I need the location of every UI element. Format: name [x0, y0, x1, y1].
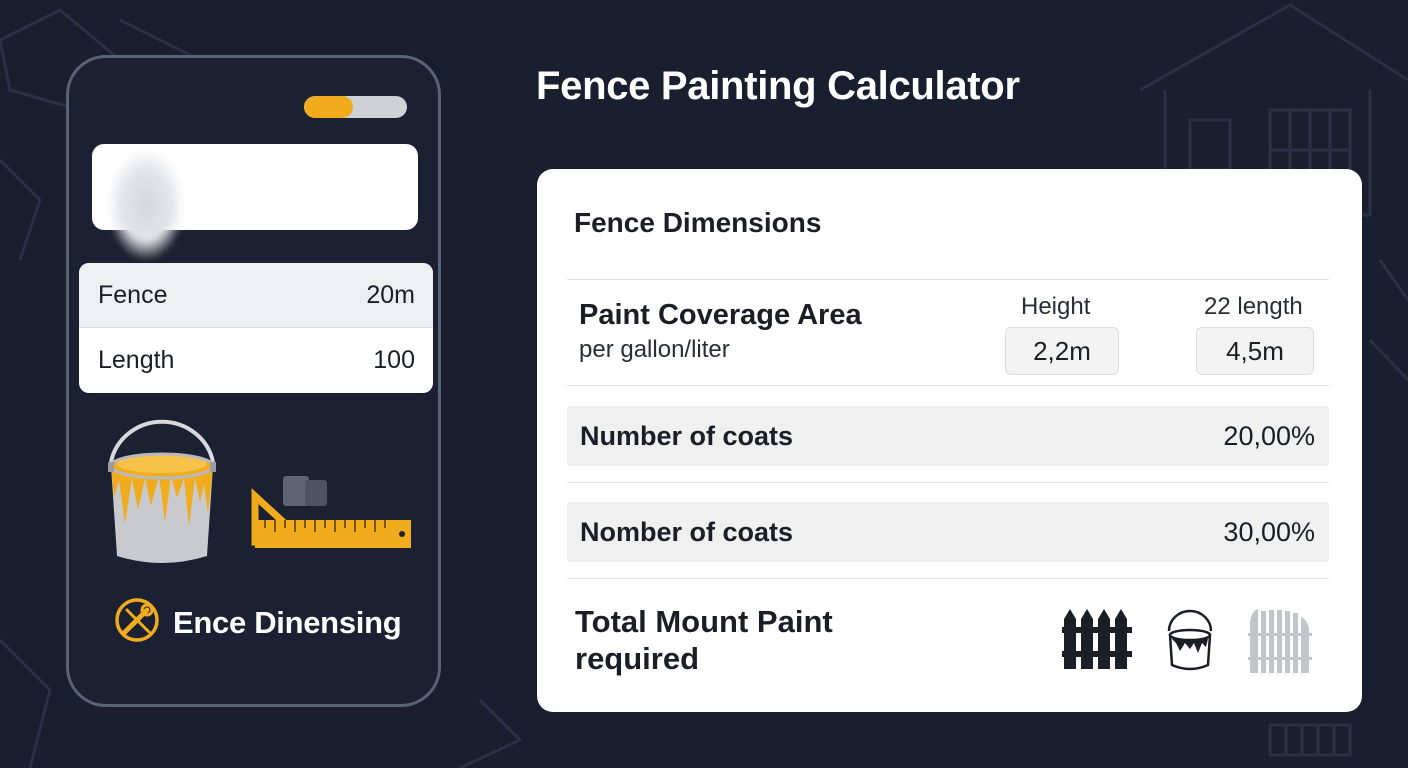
- phone-footer: Ence Dinensing: [113, 596, 402, 649]
- divider: [567, 578, 1329, 579]
- gate-icon: [1248, 609, 1312, 673]
- paint-bucket-icon: [108, 419, 216, 563]
- coats-row-value: 30,00%: [1223, 516, 1315, 547]
- phone-illustration: [105, 414, 415, 579]
- coats-row-label: Number of coats: [580, 420, 794, 451]
- length-input[interactable]: 4,5m: [1196, 327, 1314, 375]
- phone-search-field[interactable]: [92, 144, 418, 260]
- height-input[interactable]: 2,2m: [1005, 327, 1119, 375]
- blurred-placeholder: [108, 150, 184, 260]
- length-label: 22 length: [1204, 293, 1303, 320]
- progress-bar-fill: [304, 96, 354, 118]
- divider: [567, 279, 1329, 280]
- total-paint-label: Total Mount Paint required: [575, 604, 833, 676]
- list-item[interactable]: Fence 20m: [79, 263, 433, 328]
- tools-icon: [113, 596, 161, 649]
- calculator-card: Fence Dimensions Paint Coverage Area per…: [537, 169, 1362, 712]
- list-item-label: Length: [98, 346, 175, 374]
- phone-dimension-list: Fence 20m Length 100: [79, 263, 433, 393]
- coats-row-label: Nomber of coats: [580, 516, 794, 547]
- card-heading: Fence Dimensions: [574, 207, 822, 238]
- phone-mockup: Fence 20m Length 100 Ence Dinensing: [66, 55, 441, 707]
- coverage-subtitle: per gallon/liter: [579, 336, 730, 363]
- fence-icon: [1062, 609, 1132, 669]
- phone-footer-label: Ence Dinensing: [173, 604, 402, 640]
- coats-row-value: 20,00%: [1223, 420, 1315, 451]
- list-item[interactable]: Length 100: [79, 328, 433, 393]
- coats-row[interactable]: Nomber of coats 30,00%: [567, 502, 1329, 562]
- progress-bar: [304, 96, 407, 118]
- total-icons: [1062, 607, 1322, 684]
- height-label: Height: [1021, 293, 1091, 320]
- list-item-value: 20m: [366, 280, 415, 309]
- coats-row[interactable]: Number of coats 20,00%: [567, 406, 1329, 466]
- divider: [567, 482, 1329, 483]
- list-item-value: 100: [373, 346, 415, 374]
- paint-can-icon: [1167, 609, 1213, 671]
- ruler-icon: [251, 476, 411, 548]
- coverage-title: Paint Coverage Area: [579, 299, 862, 331]
- divider: [567, 385, 1329, 386]
- page-title: Fence Painting Calculator: [536, 64, 1020, 108]
- list-item-label: Fence: [98, 280, 168, 309]
